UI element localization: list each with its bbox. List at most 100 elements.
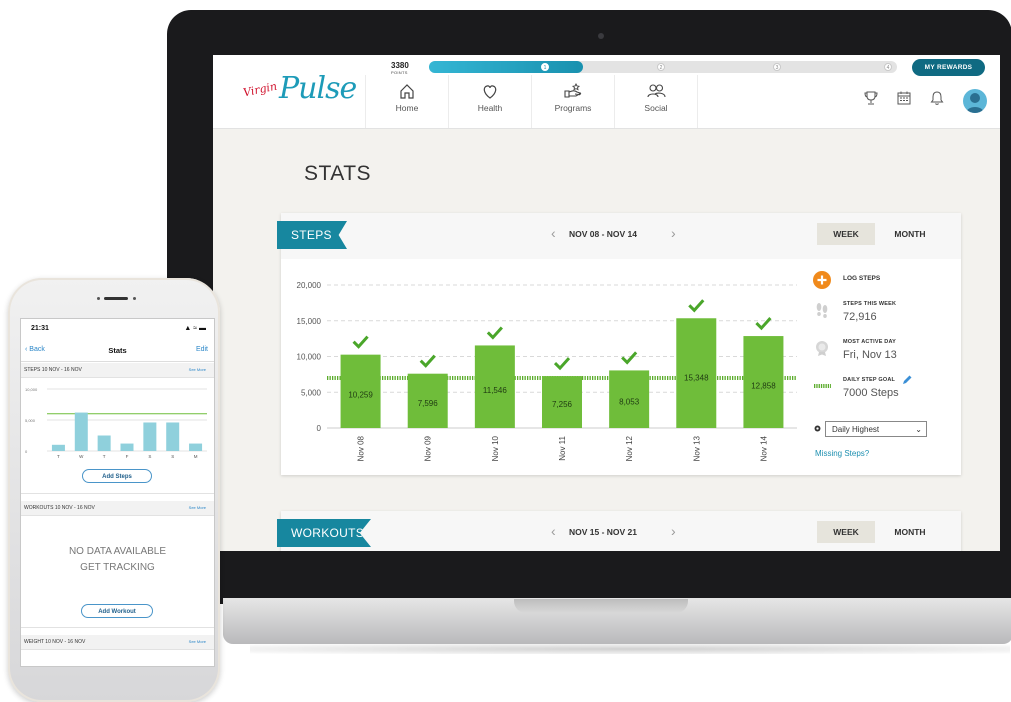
y-tick-label: 10,000 xyxy=(25,387,38,392)
step-bar xyxy=(74,412,88,451)
phone-nav-bar: ‹ Back Stats Edit xyxy=(21,339,214,362)
log-steps-link[interactable]: LOG STEPS xyxy=(843,275,880,282)
signal-wifi-battery-icon: ▲ ≈ ▬ xyxy=(184,325,206,332)
steps-week-value: 72,916 xyxy=(843,311,877,323)
x-tick-label: Nov 14 xyxy=(759,435,768,461)
add-steps-button[interactable]: Add Steps xyxy=(82,469,152,483)
x-tick-label: T xyxy=(57,454,60,459)
x-tick-label: Nov 13 xyxy=(692,435,701,461)
nav-label: Programs xyxy=(554,103,592,113)
goal-met-check-icon xyxy=(352,335,369,349)
webcam xyxy=(598,33,604,39)
level-progress-fill xyxy=(429,61,584,73)
steps-bar-chart: 0 5,000 10,000 15,000 20,000 10,259 Nov 08 7,59… xyxy=(297,281,797,461)
x-tick-label: Nov 11 xyxy=(558,435,567,460)
level-marker: 3 xyxy=(773,63,781,71)
goal-value: 7000 Steps xyxy=(843,387,899,399)
y-tick-label: 20,000 xyxy=(297,281,322,290)
status-time: 21:31 xyxy=(31,325,49,332)
x-tick-label: F xyxy=(126,454,129,459)
pencil-edit-icon[interactable] xyxy=(901,374,913,386)
my-rewards-button[interactable]: MY REWARDS xyxy=(912,59,985,76)
weight-section-label: WEIGHT 10 NOV - 16 NOV xyxy=(24,639,86,645)
nav-label: Social xyxy=(644,103,668,113)
weight-see-more-link[interactable]: See More xyxy=(189,639,206,644)
nav-label: Health xyxy=(477,103,503,113)
no-data-subtitle: GET TRACKING xyxy=(80,562,155,573)
x-tick-label: T xyxy=(103,454,106,459)
nav-label: Home xyxy=(395,103,419,113)
plus-circle-icon[interactable] xyxy=(813,271,831,289)
edit-button[interactable]: Edit xyxy=(196,346,208,353)
x-tick-label: Nov 10 xyxy=(491,435,500,461)
y-tick-label: 5,000 xyxy=(25,418,36,423)
x-tick-label: Nov 12 xyxy=(625,435,634,461)
phone-steps-chart: 0 5,000 10,000 T W T F S S M xyxy=(25,387,207,459)
level-marker: 2 xyxy=(657,63,665,71)
nav-programs[interactable]: Programs xyxy=(531,75,614,128)
phone-speaker xyxy=(104,297,128,300)
y-tick-label: 15,000 xyxy=(297,317,322,326)
phone-screen: 21:31 ▲ ≈ ▬ ‹ Back Stats Edit STEPS 10 N… xyxy=(20,318,215,667)
workouts-section-label: WORKOUTS 10 NOV - 16 NOV xyxy=(24,505,95,511)
top-bar: Virgin Pulse 3380 POINTS 1 2 3 4 MY REWA… xyxy=(213,55,1000,129)
week-toggle[interactable]: WEEK xyxy=(817,223,875,245)
most-active-value: Fri, Nov 13 xyxy=(843,349,897,361)
section-divider xyxy=(21,493,214,494)
add-workout-button[interactable]: Add Workout xyxy=(81,604,153,618)
goal-met-check-icon xyxy=(419,354,436,368)
x-tick-label: S xyxy=(171,454,174,459)
step-bar xyxy=(120,443,134,451)
goal-met-check-icon xyxy=(553,357,571,371)
nav-social[interactable]: Social xyxy=(614,75,698,128)
medal-icon xyxy=(816,341,828,356)
bar-value-label: 12,858 xyxy=(751,382,776,391)
month-toggle[interactable]: MONTH xyxy=(881,223,939,245)
weight-section-header: WEIGHT 10 NOV - 16 NOV See More xyxy=(21,635,214,650)
nav-home[interactable]: Home xyxy=(365,75,448,128)
bar-value-label: 11,546 xyxy=(483,386,507,395)
points-value: 3380 xyxy=(391,61,409,70)
steps-card-header: STEPS ‹ NOV 08 - NOV 14 › WEEK MONTH xyxy=(277,213,961,259)
laptop-screen: Virgin Pulse 3380 POINTS 1 2 3 4 MY REWA… xyxy=(213,55,1000,551)
x-tick-label: S xyxy=(148,454,151,459)
goal-line-icon xyxy=(814,384,831,388)
step-bar xyxy=(189,443,203,451)
avatar-icon xyxy=(966,93,984,113)
goal-met-check-icon xyxy=(755,317,772,331)
nav-health[interactable]: Health xyxy=(448,75,531,128)
user-avatar[interactable] xyxy=(963,89,987,113)
points-counter: 3380 POINTS xyxy=(391,61,427,75)
month-toggle[interactable]: MONTH xyxy=(881,521,939,543)
goal-met-check-icon xyxy=(621,351,638,365)
next-week-arrow[interactable]: › xyxy=(671,523,676,539)
level-progress-bar: 1 2 3 4 xyxy=(429,61,897,73)
steps-see-more-link[interactable]: See More xyxy=(189,367,206,372)
step-bar xyxy=(51,444,65,451)
home-icon xyxy=(400,84,414,99)
heart-icon xyxy=(483,85,497,99)
workouts-see-more-link[interactable]: See More xyxy=(189,505,206,510)
bell-icon[interactable] xyxy=(928,89,946,107)
phone-sensor xyxy=(133,297,136,300)
phone-title: Stats xyxy=(108,346,127,355)
workouts-date-range: NOV 15 - NOV 21 xyxy=(568,527,638,537)
section-divider xyxy=(21,627,214,628)
virgin-pulse-logo[interactable]: Virgin Pulse xyxy=(242,71,357,111)
programs-icon xyxy=(564,82,582,98)
next-week-arrow[interactable]: › xyxy=(671,225,676,241)
calendar-icon[interactable] xyxy=(895,89,913,107)
most-active-label: MOST ACTIVE DAY xyxy=(843,339,897,345)
stat-type-select[interactable]: Daily Highest ⌄ xyxy=(825,421,927,437)
y-tick-label: 5,000 xyxy=(301,388,322,397)
trophy-icon[interactable] xyxy=(862,89,880,107)
week-toggle[interactable]: WEEK xyxy=(817,521,875,543)
step-bar xyxy=(143,422,157,451)
missing-steps-link[interactable]: Missing Steps? xyxy=(815,449,869,458)
steps-week-label: STEPS THIS WEEK xyxy=(843,301,897,307)
y-tick-label: 0 xyxy=(317,424,322,433)
goal-label: DAILY STEP GOAL xyxy=(843,377,896,383)
bar-value-label: 7,256 xyxy=(552,400,573,409)
steps-card: STEPS ‹ NOV 08 - NOV 14 › WEEK MONTH 0 5,… xyxy=(277,213,961,475)
select-value: Daily Highest xyxy=(832,425,880,434)
